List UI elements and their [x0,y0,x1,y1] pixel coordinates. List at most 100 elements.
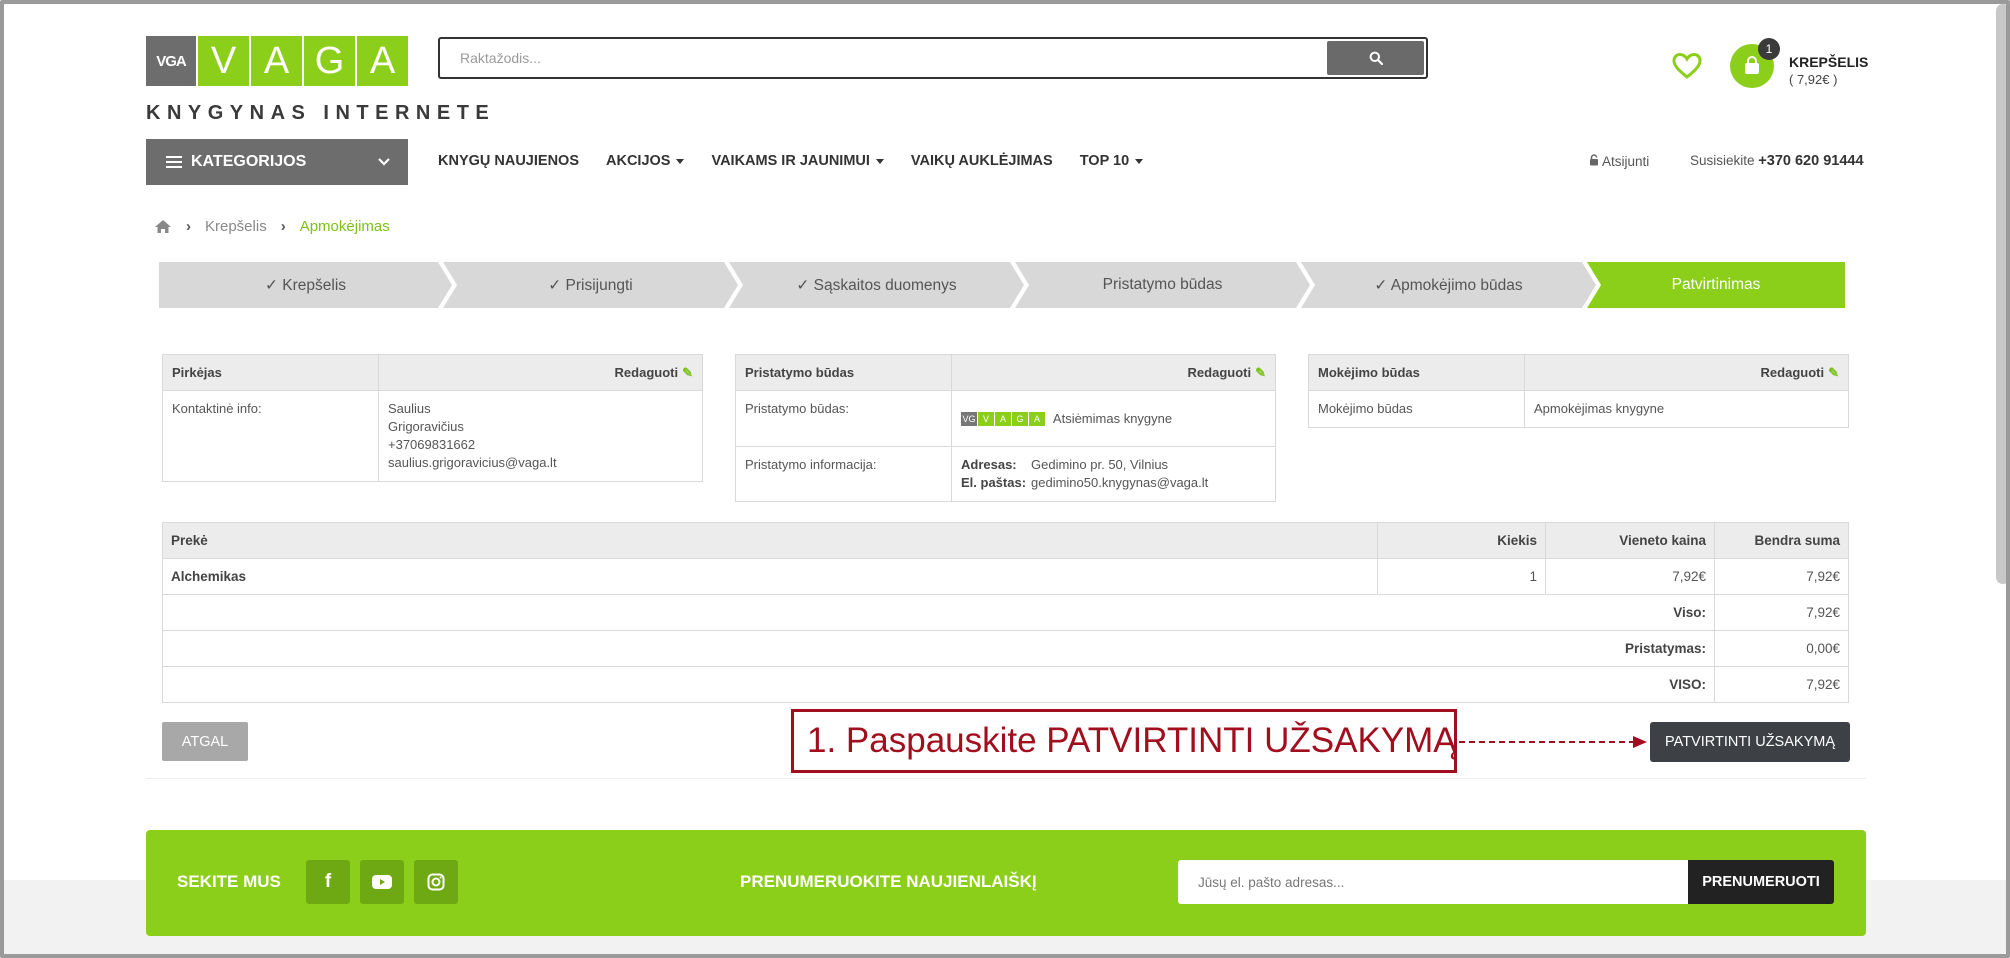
callout-arrow-icon [1459,736,1647,748]
col-unit-price: Vieneto kaina [1545,522,1715,559]
product-qty: 1 [1377,558,1546,595]
scrollbar[interactable] [1996,4,2006,584]
search-input[interactable] [440,39,1325,77]
col-total: Bendra suma [1714,522,1849,559]
breadcrumb-separator-icon: › [280,218,286,235]
summary-row: Viso: 7,92€ [162,594,1849,631]
summary-label: VISO: [162,666,1715,703]
vaga-mini-logo: VG V A G A [961,412,1046,427]
delivery-method-text: Atsiėmimas knygyne [1052,410,1173,426]
product-unit-price: 7,92€ [1545,558,1715,595]
wishlist-heart-icon[interactable] [1672,52,1702,80]
newsletter-label: PRENUMERUOKITE NAUJIENLAIŠKĮ [740,872,1037,891]
nav-item-akcijos[interactable]: AKCIJOS [606,153,685,169]
unlock-icon [1590,154,1598,166]
buyer-phone: +37069831662 [388,437,476,452]
contact-label: Susisiekite [1690,153,1755,168]
search-bar [438,37,1428,79]
nav-item-label: TOP 10 [1079,153,1130,169]
logo-letter: A [355,36,408,86]
address-value: Gedimino pr. 50, Vilnius [1031,457,1169,472]
confirm-order-button[interactable]: PATVIRTINTI UŽSAKYMĄ [1650,722,1850,762]
nav-item-vaikams[interactable]: VAIKAMS IR JAUNIMUI [711,153,884,169]
back-button[interactable]: ATGAL [162,722,248,761]
buyer-contact-value: Saulius Grigoravičius +37069831662 sauli… [378,390,703,482]
caret-down-icon [1135,158,1144,164]
order-table: Prekė Kiekis Vieneto kaina Bendra suma A… [162,522,1849,703]
delivery-method-label: Pristatymo būdas: [735,390,952,447]
facebook-icon[interactable]: f [306,860,350,904]
browser-frame: VGA V A G A KNYGYNAS INTERNETE 1 KREPŠEL… [0,0,2010,958]
buyer-contact-label: Kontaktinė info: [162,390,379,482]
delivery-title: Pristatymo būdas [735,354,952,391]
email-label: El. paštas: [961,475,1027,490]
nav-item-naujienos[interactable]: KNYGŲ NAUJIENOS [438,153,579,169]
logo-emblem: VGA [146,36,196,86]
summary-value: 0,00€ [1714,630,1849,667]
step-billing[interactable]: ✓ Sąskaitos duomenys [729,262,1024,308]
nav-item-label: VAIKŲ AUKLĖJIMAS [910,153,1053,169]
nav-item-label: KNYGŲ NAUJIENOS [438,153,579,169]
pencil-icon: ✎ [1255,364,1266,380]
breadcrumb-item-current: Apmokėjimas [299,218,390,235]
nav-item-label: VAIKAMS IR JAUNIMUI [711,153,870,169]
newsletter-email-input[interactable] [1178,860,1690,904]
step-payment[interactable]: ✓ Apmokėjimo būdas [1301,262,1596,308]
logout-label: Atsijunti [1602,154,1650,169]
edit-label: Redaguoti [1760,364,1825,380]
shopping-bag-icon [1745,56,1759,74]
nav-item-label: AKCIJOS [606,153,671,169]
col-product: Prekė [162,522,1378,559]
delivery-edit-link[interactable]: Redaguoti ✎ [951,354,1276,391]
main-nav: KNYGŲ NAUJIENOS AKCIJOS VAIKAMS IR JAUNI… [438,153,1144,169]
logo-subtitle: KNYGYNAS INTERNETE [146,102,496,124]
checkout-steps: ✓ Krepšelis ✓ Prisijungti ✓ Sąskaitos du… [159,262,1845,308]
logo-letter: A [249,36,302,86]
payment-value: Apmokėjimas knygyne [1524,390,1849,428]
edit-label: Redaguoti [614,364,679,380]
nav-item-top10[interactable]: TOP 10 [1079,153,1144,169]
summary-label: Pristatymas: [162,630,1715,667]
cart-title[interactable]: KREPŠELIS [1789,54,1868,70]
buyer-edit-link[interactable]: Redaguoti ✎ [378,354,703,391]
search-icon [1369,51,1383,65]
payment-label: Mokėjimo būdas [1308,390,1525,428]
search-button[interactable] [1327,41,1424,75]
categories-dropdown[interactable]: KATEGORIJOS [146,139,408,185]
step-login[interactable]: ✓ Prisijungti [443,262,738,308]
delivery-method-value: VG V A G A Atsiėmimas knygyne [951,390,1276,447]
table-row: Alchemikas 1 7,92€ 7,92€ [162,558,1849,595]
follow-us-label: SEKITE MUS [177,872,281,891]
pencil-icon: ✎ [682,364,693,380]
chevron-down-icon [378,158,390,166]
col-qty: Kiekis [1377,522,1546,559]
summary-value: 7,92€ [1714,594,1849,631]
logout-link[interactable]: Atsijunti [1589,154,1649,169]
summary-label: Viso: [162,594,1715,631]
email-value: gedimino50.knygynas@vaga.lt [1031,475,1209,490]
youtube-play-icon [372,875,392,889]
instagram-icon[interactable] [414,860,458,904]
buyer-first-name: Saulius [388,401,431,416]
step-delivery[interactable]: Pristatymo būdas [1015,262,1310,308]
nav-item-aukle[interactable]: VAIKŲ AUKLĖJIMAS [911,153,1053,169]
caret-down-icon [875,158,884,164]
buyer-email: saulius.grigoravicius@vaga.lt [388,455,557,470]
subscribe-button[interactable]: PRENUMERUOTI [1688,860,1834,904]
home-icon[interactable] [154,219,172,234]
contact-info: Susisiekite +370 620 91444 [1690,153,1864,169]
buyer-title: Pirkėjas [162,354,379,391]
breadcrumb-separator-icon: › [186,218,191,235]
step-cart[interactable]: ✓ Krepšelis [159,262,452,308]
contact-phone[interactable]: +370 620 91444 [1758,153,1863,169]
payment-title: Mokėjimo būdas [1308,354,1525,391]
buyer-table: Pirkėjas Redaguoti ✎ Kontaktinė info: Sau… [162,354,703,482]
payment-table: Mokėjimo būdas Redaguoti ✎ Mokėjimo būdas… [1308,354,1849,428]
breadcrumb-item-cart[interactable]: Krepšelis [205,218,267,235]
payment-edit-link[interactable]: Redaguoti ✎ [1524,354,1849,391]
site-logo[interactable]: VGA V A G A [146,36,408,86]
delivery-info-label: Pristatymo informacija: [735,446,952,502]
divider [146,778,1866,779]
summary-value: 7,92€ [1714,666,1849,703]
youtube-icon[interactable] [360,860,404,904]
